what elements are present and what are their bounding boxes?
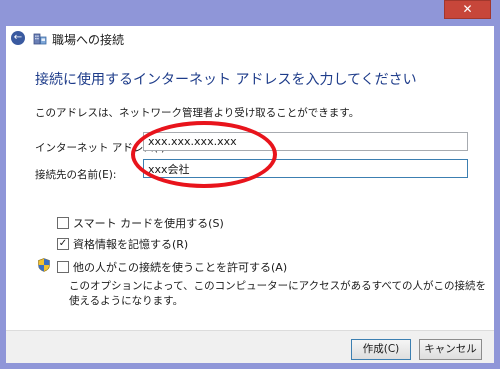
page-heading: 接続に使用するインターネット アドレスを入力してください	[35, 72, 417, 88]
remember-credentials-checkbox[interactable]: ✓	[57, 238, 69, 250]
allow-others-note: このオプションによって、このコンピューターにアクセスがあるすべての人がこの接続を…	[69, 280, 486, 307]
wizard-footer: 作成(C) キャンセル	[6, 330, 494, 363]
close-icon: ✕	[462, 2, 473, 16]
allow-others-checkbox[interactable]	[57, 261, 69, 273]
remember-credentials-label: 資格情報を記憶する(R)	[73, 238, 189, 251]
smartcard-option[interactable]: スマート カードを使用する(S)	[57, 215, 224, 231]
window-border-bottom	[0, 362, 500, 369]
allow-others-label: 他の人がこの接続を使うことを許可する(A)	[73, 261, 288, 274]
wizard-nav-bar: ← 職場への接続	[6, 26, 494, 52]
remember-credentials-option[interactable]: ✓ 資格情報を記憶する(R)	[57, 236, 188, 252]
back-button[interactable]: ←	[11, 31, 25, 45]
destination-name-label: 接続先の名前(E):	[35, 169, 117, 181]
close-button[interactable]: ✕	[444, 0, 491, 19]
smartcard-checkbox[interactable]	[57, 217, 69, 229]
wizard-client-area: ← 職場への接続 接続に使用するインターネット アドレスを入力してください この…	[6, 26, 494, 363]
page-description: このアドレスは、ネットワーク管理者より受け取ることができます。	[35, 107, 360, 119]
uac-shield-icon	[38, 258, 50, 272]
window-title-bar	[0, 0, 500, 26]
workplace-network-icon	[33, 33, 47, 45]
wizard-title: 職場への接続	[52, 33, 125, 47]
create-button[interactable]: 作成(C)	[351, 339, 411, 360]
back-arrow-icon: ←	[13, 32, 23, 43]
red-annotation-circle	[131, 121, 277, 188]
cancel-button[interactable]: キャンセル	[419, 339, 482, 360]
allow-others-option[interactable]: 他の人がこの接続を使うことを許可する(A)	[57, 259, 287, 275]
smartcard-label: スマート カードを使用する(S)	[73, 217, 224, 230]
window-border-right	[494, 26, 500, 369]
